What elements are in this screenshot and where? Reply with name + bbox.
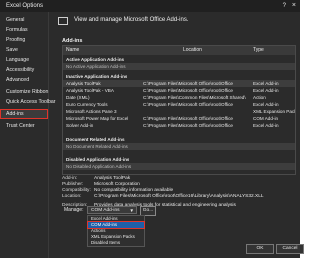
sidebar-item-language[interactable]: Language bbox=[0, 55, 48, 65]
manage-select[interactable]: COM Add-ins ▼ bbox=[87, 206, 137, 214]
cancel-button[interactable]: Cancel bbox=[276, 244, 304, 254]
manage-dropdown: Excel Add-ins COM Add-ins Actions XML Ex… bbox=[87, 215, 145, 247]
table-row[interactable]: Microsoft Power Map for Excel C:\Program … bbox=[63, 115, 295, 122]
add-ins-icon bbox=[58, 17, 68, 25]
sidebar-item-accessibility[interactable]: Accessibility bbox=[0, 65, 48, 75]
group-header: Inactive Application Add-ins bbox=[66, 74, 128, 79]
dialog-title: Excel Options bbox=[6, 3, 44, 9]
help-icon[interactable]: ? bbox=[283, 0, 286, 12]
sidebar-item-trust-center[interactable]: Trust Center bbox=[0, 121, 48, 131]
group-header: Disabled Application Add-ins bbox=[66, 157, 130, 162]
sidebar-item-general[interactable]: General bbox=[0, 15, 48, 25]
column-header-type[interactable]: Type bbox=[253, 46, 264, 55]
sidebar-item-save[interactable]: Save bbox=[0, 45, 48, 55]
group-header: Document Related Add-ins bbox=[66, 137, 125, 142]
sidebar-item-formulas[interactable]: Formulas bbox=[0, 25, 48, 35]
sidebar-item-add-ins[interactable]: Add-ins bbox=[0, 109, 48, 119]
table-row: No Document Related Add-ins bbox=[63, 143, 295, 150]
manage-label: Manage: bbox=[64, 207, 84, 213]
page-header: View and manage Microsoft Office Add-ins… bbox=[74, 17, 189, 23]
options-sidebar: General Formulas Proofing Save Language … bbox=[0, 12, 56, 258]
table-row: No Disabled Application Add-ins bbox=[63, 163, 295, 170]
dropdown-option-disabled-items[interactable]: Disabled Items bbox=[88, 240, 144, 246]
table-row[interactable]: Date (XML) C:\Program Files\Common Files\… bbox=[63, 94, 295, 101]
column-header-location[interactable]: Location bbox=[183, 46, 202, 55]
manage-selected-value: COM Add-ins bbox=[91, 208, 120, 213]
chevron-down-icon: ▼ bbox=[129, 208, 134, 213]
group-header: Active Application Add-ins bbox=[66, 57, 125, 62]
column-header-name[interactable]: Name bbox=[66, 46, 79, 55]
table-row[interactable]: Analysis ToolPak C:\Program Files\Microso… bbox=[63, 80, 295, 87]
table-row: No Active Application Add-ins bbox=[63, 63, 295, 70]
add-ins-panel: View and manage Microsoft Office Add-ins… bbox=[50, 12, 304, 258]
table-row[interactable]: Euro Currency Tools C:\Program Files\Micr… bbox=[63, 101, 295, 108]
add-ins-table: Name Location Type Active Application Ad… bbox=[62, 45, 296, 175]
excel-options-dialog: Excel Options ? × General Formulas Proof… bbox=[0, 0, 304, 258]
sidebar-item-customize-ribbon[interactable]: Customize Ribbon bbox=[0, 87, 48, 97]
sidebar-item-advanced[interactable]: Advanced bbox=[0, 75, 48, 85]
sidebar-item-quick-access-toolbar[interactable]: Quick Access Toolbar bbox=[0, 97, 56, 107]
sidebar-item-proofing[interactable]: Proofing bbox=[0, 35, 48, 45]
table-header: Name Location Type bbox=[63, 46, 295, 55]
close-icon[interactable]: × bbox=[292, 0, 296, 12]
table-row[interactable]: Microsoft Actions Pane 3 XML Expansion Pa… bbox=[63, 108, 295, 115]
table-row[interactable]: Analysis ToolPak - VBA C:\Program Files\M… bbox=[63, 87, 295, 94]
table-row[interactable]: Solver Add-in C:\Program Files\Microsoft … bbox=[63, 122, 295, 129]
section-title: Add-ins bbox=[62, 38, 83, 44]
title-bar: Excel Options ? × bbox=[0, 0, 300, 12]
ok-button[interactable]: OK bbox=[246, 244, 274, 254]
